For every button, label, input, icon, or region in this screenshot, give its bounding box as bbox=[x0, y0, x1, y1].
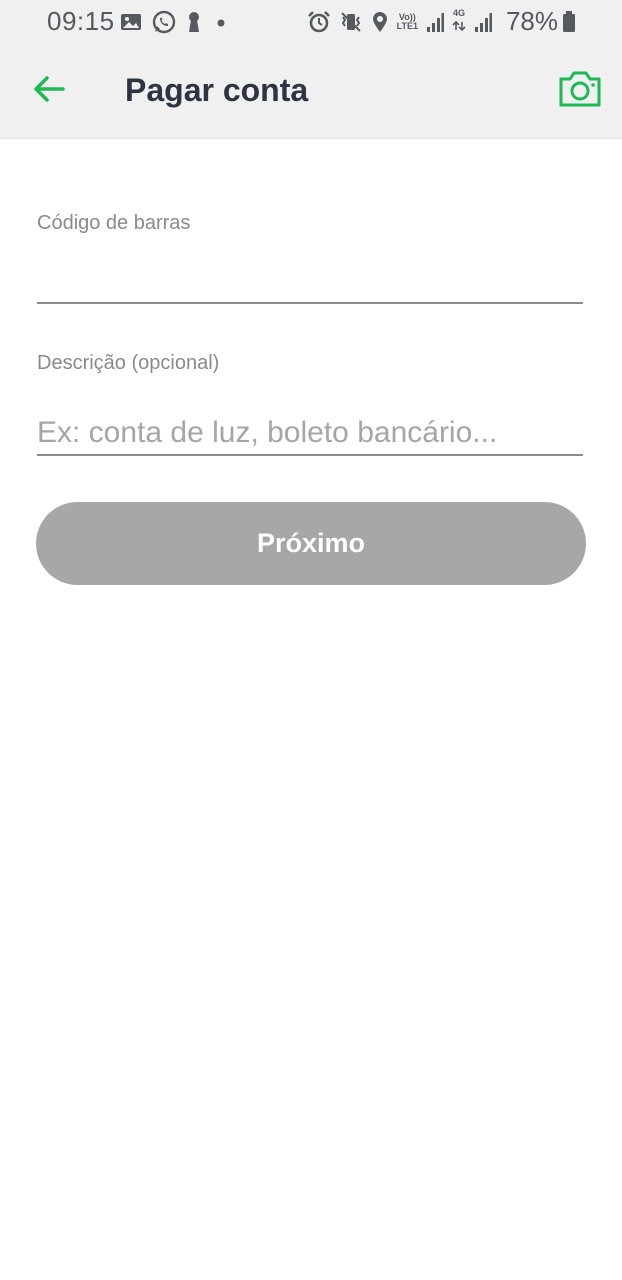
status-time: 09:15 bbox=[47, 6, 115, 36]
camera-button[interactable] bbox=[556, 68, 604, 114]
battery-icon bbox=[562, 11, 576, 38]
status-left-icons bbox=[120, 8, 240, 36]
whatsapp-icon bbox=[152, 10, 176, 34]
page-title: Pagar conta bbox=[125, 72, 309, 108]
arrow-left-icon bbox=[33, 75, 65, 108]
status-bar: 09:15 Vo)) LTE1 4G 78% bbox=[0, 0, 622, 44]
vibrate-icon bbox=[339, 10, 363, 34]
alarm-icon bbox=[307, 10, 331, 34]
location-icon bbox=[371, 10, 389, 34]
back-button[interactable] bbox=[26, 68, 72, 114]
dot-icon bbox=[212, 10, 230, 34]
keyhole-icon bbox=[186, 10, 202, 34]
app-bar: Pagar conta bbox=[0, 44, 622, 139]
volte-icon: Vo)) LTE1 bbox=[397, 13, 418, 31]
description-label: Descrição (opcional) bbox=[37, 352, 220, 374]
barcode-input[interactable] bbox=[37, 262, 583, 304]
barcode-label: Código de barras bbox=[37, 212, 191, 234]
status-right-icons: Vo)) LTE1 4G bbox=[299, 8, 492, 36]
camera-icon bbox=[558, 70, 602, 113]
battery-percent: 78% bbox=[505, 6, 558, 36]
description-input[interactable] bbox=[37, 412, 583, 456]
pay-bill-screen: 09:15 Vo)) LTE1 4G 78% Pagar conta Códig… bbox=[0, 0, 622, 1280]
4g-icon: 4G bbox=[452, 7, 466, 36]
signal-icon bbox=[474, 11, 492, 33]
4g-label: 4G bbox=[452, 7, 465, 18]
next-button[interactable]: Próximo bbox=[36, 502, 586, 585]
gallery-icon bbox=[120, 12, 142, 32]
signal-icon bbox=[426, 11, 444, 33]
lte-label: LTE1 bbox=[396, 21, 418, 31]
